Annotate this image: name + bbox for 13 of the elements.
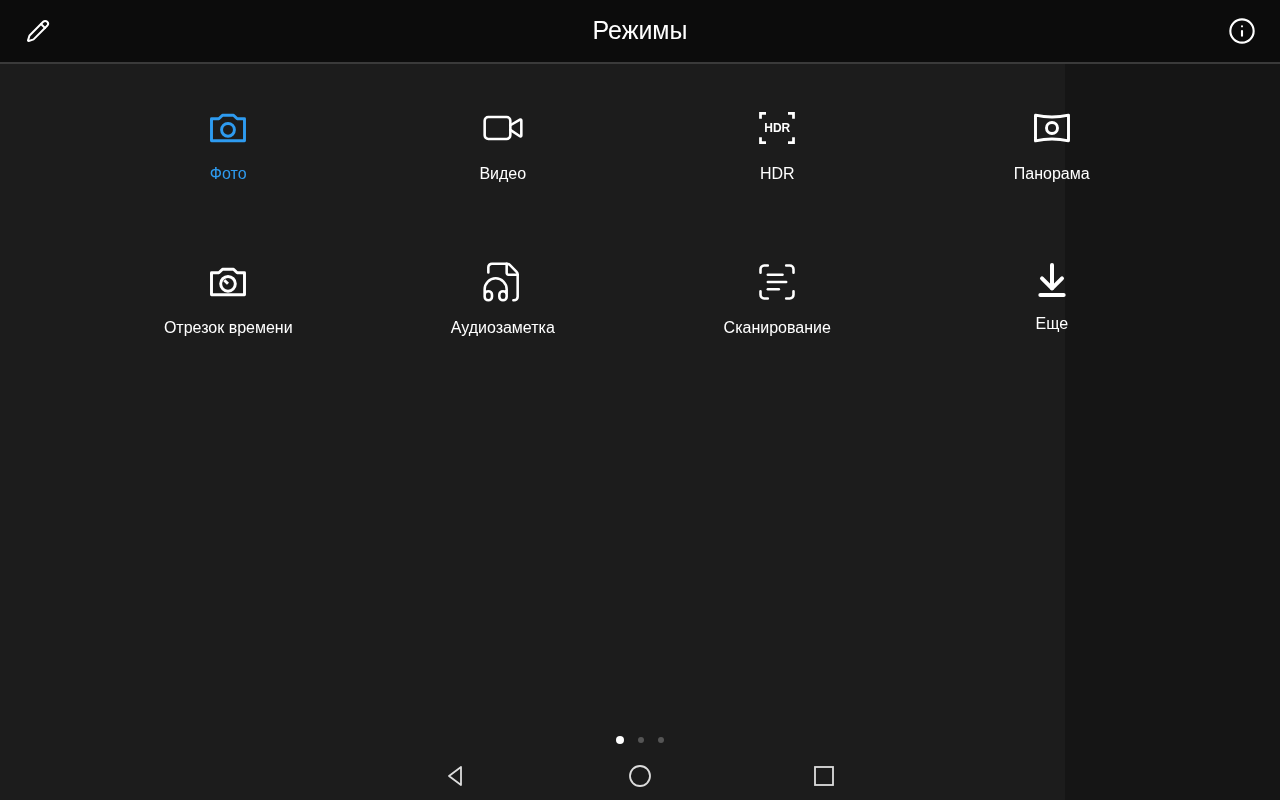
screen-title: Режимы [592, 15, 688, 47]
mode-item[interactable]: Еще [914, 258, 1189, 342]
mode-item[interactable]: Фото [91, 104, 366, 188]
mode-item[interactable]: Отрезок времени [91, 258, 366, 342]
mode-item[interactable]: Видео [365, 104, 640, 188]
info-icon[interactable] [1228, 17, 1256, 45]
home-icon[interactable] [628, 764, 652, 788]
edit-icon[interactable] [24, 17, 52, 45]
mode-item[interactable]: Сканирование [640, 258, 915, 342]
mode-item[interactable]: Панорама [914, 104, 1189, 188]
mode-item[interactable]: HDR HDR [640, 104, 915, 188]
recent-apps-icon[interactable] [812, 764, 836, 788]
mode-item[interactable]: Аудиозаметка [365, 258, 640, 342]
